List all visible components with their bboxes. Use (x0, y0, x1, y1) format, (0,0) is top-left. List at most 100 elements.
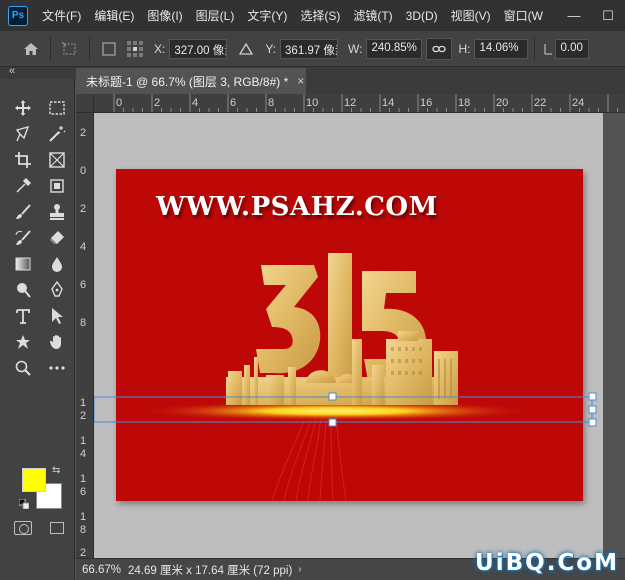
marquee-tool-icon[interactable] (44, 96, 70, 120)
lasso-tool-icon[interactable] (10, 122, 36, 146)
stamp-tool-icon[interactable] (44, 200, 70, 224)
menu-filter[interactable]: 滤镜(T) (353, 7, 392, 24)
eraser-tool-icon[interactable] (44, 226, 70, 250)
transform-tool-icon[interactable] (57, 38, 83, 60)
vertical-scroll-area[interactable] (603, 113, 625, 558)
menu-3d[interactable]: 3D(D) (406, 9, 438, 23)
divider (89, 36, 90, 61)
w-label: W: (348, 41, 363, 56)
document-tab-bar: 未标题-1 @ 66.7% (图层 3, RGB/8#) * × (76, 68, 625, 94)
x-label: X: (154, 41, 166, 56)
ruler-label: 6 (80, 279, 87, 291)
default-colors-icon[interactable] (19, 499, 29, 509)
ruler-label: 24 (572, 97, 585, 109)
more-tools-icon[interactable] (44, 356, 70, 380)
vertical-ruler[interactable]: 2 0 2 4 6 8 1 2 1 4 1 6 1 8 2 (76, 113, 94, 558)
ruler-origin[interactable] (76, 94, 94, 113)
y-label: Y: (265, 41, 277, 56)
rotate-angle-field[interactable]: 0.00 (555, 38, 590, 59)
watermark: UiBQ.CoM (475, 550, 619, 576)
ruler-label: 0 (116, 97, 123, 109)
menu-view[interactable]: 视图(V) (451, 7, 491, 24)
ruler-label: 20 (496, 97, 509, 109)
horizontal-ruler[interactable]: 0 2 4 6 8 10 12 14 16 18 20 22 24 (94, 94, 625, 113)
blur-tool-icon[interactable] (44, 252, 70, 276)
height-field[interactable]: 14.06% (474, 38, 529, 59)
maximize-button[interactable]: ☐ (591, 8, 625, 24)
menu-file[interactable]: 文件(F) (42, 7, 81, 24)
y-position-field[interactable]: 361.97 像素 (280, 38, 339, 59)
brush-tool-icon[interactable] (10, 200, 36, 224)
path-selection-tool-icon[interactable] (44, 304, 70, 328)
ruler-label: 4 (192, 97, 199, 109)
menu-select[interactable]: 选择(S) (300, 7, 340, 24)
width-field[interactable]: 240.85% (366, 38, 423, 59)
reference-point-grid-icon[interactable] (122, 38, 148, 60)
pen-tool-icon[interactable] (44, 278, 70, 302)
ruler-label: 14 (382, 97, 395, 109)
home-icon[interactable] (18, 38, 44, 60)
menu-image[interactable]: 图像(I) (147, 7, 182, 24)
ruler-label: 18 (458, 97, 471, 109)
divider (50, 36, 51, 61)
collapse-icon[interactable]: « (9, 65, 15, 77)
hand-tool-icon[interactable] (44, 330, 70, 354)
ruler-label: 2 (154, 97, 161, 109)
ruler-label: 2 (80, 203, 87, 215)
menu-bar: Ps 文件(F) 编辑(E) 图像(I) 图层(L) 文字(Y) 选择(S) 滤… (0, 0, 625, 31)
custom-shape-tool-icon[interactable] (10, 330, 36, 354)
eyedropper-tool-icon[interactable] (10, 174, 36, 198)
swap-colors-icon[interactable]: ⇆ (52, 465, 60, 476)
link-icon[interactable] (426, 37, 453, 60)
ruler-label: 2 (80, 127, 87, 139)
ruler-label: 8 (268, 97, 275, 109)
ruler-label: 4 (80, 241, 87, 253)
status-menu-arrow-icon[interactable]: › (298, 564, 301, 575)
delta-icon[interactable] (233, 38, 259, 60)
ruler-label: 8 (80, 317, 87, 329)
menu-window[interactable]: 窗口(W (504, 7, 543, 24)
ruler-label: 8 (80, 524, 87, 536)
history-brush-tool-icon[interactable] (10, 226, 36, 250)
move-tool-icon[interactable] (10, 96, 36, 120)
h-label: H: (458, 41, 471, 56)
zoom-tool-icon[interactable] (10, 356, 36, 380)
ruler-label: 1 (80, 473, 87, 485)
crop-tool-icon[interactable] (10, 148, 36, 172)
ruler-label: 22 (534, 97, 547, 109)
menu-edit[interactable]: 编辑(E) (94, 7, 134, 24)
frame-tool-icon[interactable] (44, 148, 70, 172)
ruler-label: 4 (80, 448, 87, 460)
photoshop-logo: Ps (8, 5, 28, 26)
foreground-color-swatch[interactable] (22, 468, 46, 492)
screen-mode-icon[interactable] (50, 522, 64, 534)
menu-type[interactable]: 文字(Y) (247, 7, 287, 24)
ruler-label: 16 (420, 97, 433, 109)
ruler-label: 6 (230, 97, 237, 109)
menu-layer[interactable]: 图层(L) (196, 7, 235, 24)
object-selection-tool-icon[interactable] (44, 174, 70, 198)
magic-wand-tool-icon[interactable] (44, 122, 70, 146)
document-tab-title: 未标题-1 @ 66.7% (图层 3, RGB/8#) * (86, 74, 289, 89)
quick-mask-icon[interactable] (14, 521, 32, 535)
zoom-level[interactable]: 66.67% (82, 564, 128, 576)
document-tab[interactable]: 未标题-1 @ 66.7% (图层 3, RGB/8#) * × (76, 68, 306, 94)
document-size: 24.69 厘米 x 17.64 厘米 (72 ppi) (128, 564, 293, 577)
canvas-workspace[interactable]: WWW.PSAHZ.COM (94, 113, 603, 558)
x-position-field[interactable]: 327.00 像素 (169, 38, 228, 59)
gradient-tool-icon[interactable] (10, 252, 36, 276)
close-tab-icon[interactable]: × (297, 74, 304, 88)
ruler-label: 1 (80, 435, 87, 447)
ruler-label: 12 (344, 97, 357, 109)
ruler-label: 10 (306, 97, 319, 109)
dodge-tool-icon[interactable] (10, 278, 36, 302)
window-controls: — ☐ (557, 0, 625, 31)
tools-panel: ⇆ (0, 79, 75, 580)
ruler-label: 1 (80, 397, 87, 409)
transform-bounding-box[interactable] (94, 113, 603, 558)
reference-point-checkbox[interactable] (96, 38, 122, 60)
minimize-button[interactable]: — (557, 8, 591, 23)
type-tool-icon[interactable] (10, 304, 36, 328)
ruler-label: 2 (80, 410, 87, 422)
divider (534, 36, 536, 61)
